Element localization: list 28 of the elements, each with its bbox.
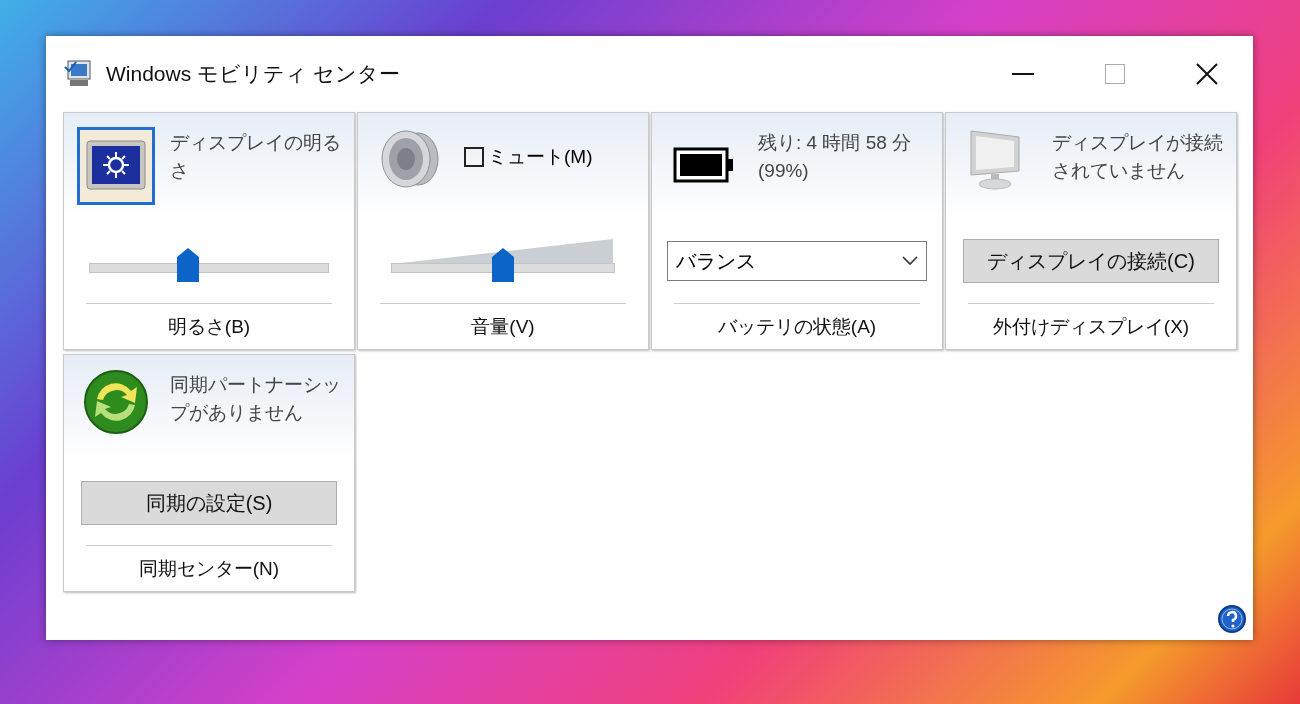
help-button[interactable] xyxy=(1217,604,1247,634)
sync-icon xyxy=(83,369,149,435)
status-text: ディスプレイが接続されていません xyxy=(1052,131,1224,183)
tile-title: 外付けディスプレイ(X) xyxy=(991,315,1191,339)
status-text: 同期パートナーシップがありません xyxy=(170,373,342,425)
status-text: 残り: 4 時間 58 分 (99%) xyxy=(758,131,913,183)
speaker-icon xyxy=(378,127,442,191)
connect-display-button[interactable]: ディスプレイの接続(C) xyxy=(963,239,1219,283)
slider-thumb[interactable] xyxy=(492,248,514,282)
status-text: ディスプレイの明るさ xyxy=(170,131,342,183)
window-title: Windows モビリティ センター xyxy=(106,61,401,87)
mute-checkbox[interactable]: ミュート(M) xyxy=(464,137,593,177)
tile-title: 同期センター(N) xyxy=(137,557,281,581)
chevron-down-icon xyxy=(902,256,918,266)
close-icon xyxy=(1196,63,1218,85)
tile-title: 音量(V) xyxy=(470,315,536,339)
maximize-icon xyxy=(1105,64,1125,84)
brightness-icon xyxy=(77,127,155,205)
battery-icon xyxy=(673,147,735,183)
slider-thumb[interactable] xyxy=(176,248,199,282)
tile-title: バッテリの状態(A) xyxy=(716,315,878,339)
minimize-icon xyxy=(1012,73,1034,75)
sync-settings-button[interactable]: 同期の設定(S) xyxy=(81,481,337,525)
monitor-icon xyxy=(64,59,94,89)
help-icon xyxy=(1217,604,1247,634)
tile-title: 明るさ(B) xyxy=(166,315,252,339)
checkbox[interactable] xyxy=(464,147,484,167)
power-plan-dropdown[interactable]: バランス xyxy=(667,241,927,281)
